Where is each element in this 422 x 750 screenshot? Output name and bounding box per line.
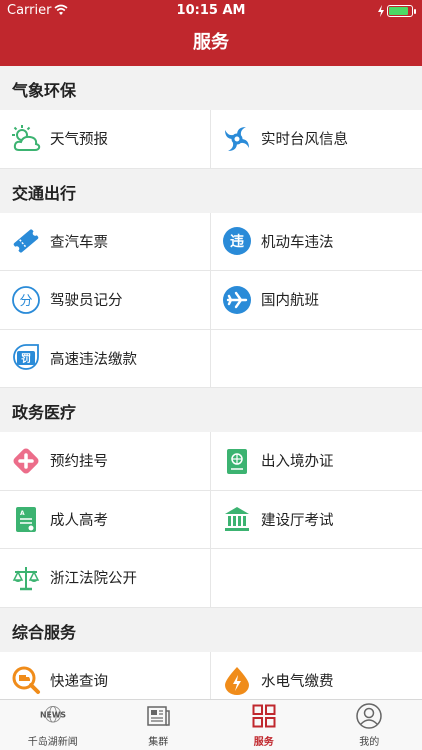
news-icon: NEWS: [40, 703, 66, 729]
airplane-icon: [222, 285, 252, 315]
section-grid-general: 快递查询 水电气缴费: [0, 651, 422, 699]
empty-cell: [211, 549, 422, 608]
newspaper-icon: [145, 703, 171, 729]
service-vehicle-violation[interactable]: 违 机动车违法: [211, 212, 422, 271]
service-hospital-appointment[interactable]: 预约挂号: [0, 432, 211, 491]
svg-text:A: A: [20, 510, 25, 517]
svg-text:违: 违: [230, 233, 244, 250]
service-label: 机动车违法: [261, 234, 334, 251]
fine-icon: 罚: [11, 343, 41, 373]
grid-icon: [251, 703, 277, 729]
utility-icon: [222, 665, 252, 696]
service-driver-score[interactable]: 分 驾驶员记分: [0, 271, 211, 330]
service-court-public[interactable]: 浙江法院公开: [0, 549, 211, 608]
nav-bar: 服务: [0, 22, 422, 66]
service-label: 查汽车票: [50, 234, 108, 251]
service-typhoon[interactable]: 实时台风信息: [211, 110, 422, 169]
battery-icon: [387, 5, 416, 17]
service-label: 实时台风信息: [261, 132, 348, 149]
tab-profile[interactable]: 我的: [317, 700, 422, 750]
profile-icon: [356, 703, 382, 729]
service-label: 天气预报: [50, 132, 108, 149]
building-icon: [222, 504, 252, 534]
service-construction-exam[interactable]: 建设厅考试: [211, 490, 422, 549]
section-title-government: 政务医疗: [0, 388, 422, 432]
document-icon: A: [11, 504, 41, 534]
section-title-weather: 气象环保: [0, 66, 422, 110]
service-domestic-flight[interactable]: 国内航班: [211, 271, 422, 330]
tab-news[interactable]: NEWS 千岛湖新闻: [0, 700, 106, 750]
service-adult-exam[interactable]: A 成人高考: [0, 490, 211, 549]
svg-text:罚: 罚: [21, 353, 31, 365]
service-label: 高速违法缴款: [50, 351, 137, 368]
service-highway-fine[interactable]: 罚 高速违法缴款: [0, 329, 211, 388]
service-express-query[interactable]: 快递查询: [0, 651, 211, 699]
weather-icon: [11, 124, 41, 154]
section-grid-government: 预约挂号 出入境办证 A 成人高考 建设厅考试 浙江法院公开: [0, 432, 422, 608]
page-title: 服务: [193, 32, 229, 53]
scales-icon: [11, 563, 41, 593]
section-title-transport: 交通出行: [0, 168, 422, 213]
service-label: 水电气缴费: [261, 673, 334, 690]
svg-text:分: 分: [19, 294, 32, 309]
delivery-search-icon: [11, 665, 41, 695]
section-grid-transport: 查汽车票 违 机动车违法 分 驾驶员记分 国内航班 罚 高速违法缴款: [0, 212, 422, 388]
service-utility-payment[interactable]: 水电气缴费: [211, 651, 422, 699]
service-label: 建设厅考试: [261, 512, 334, 529]
service-bus-ticket[interactable]: 查汽车票: [0, 212, 211, 271]
service-label: 驾驶员记分: [50, 293, 123, 310]
medical-cross-icon: [11, 446, 41, 476]
violation-icon: 违: [222, 226, 252, 256]
typhoon-icon: [222, 124, 252, 154]
tab-service[interactable]: 服务: [211, 700, 317, 750]
tab-cluster[interactable]: 集群: [106, 700, 212, 750]
service-weather[interactable]: 天气预报: [0, 110, 211, 169]
tab-label: 我的: [359, 737, 380, 748]
tab-bar: NEWS 千岛湖新闻 集群 服务 我的: [0, 699, 422, 750]
service-list[interactable]: 气象环保 天气预报 实时台风信息 交通出行 查汽车票 违 机动车违法 分 驾驶员…: [0, 66, 422, 699]
empty-cell: [211, 329, 422, 388]
service-label: 国内航班: [261, 293, 319, 310]
service-label: 浙江法院公开: [50, 571, 137, 588]
tab-label: 千岛湖新闻: [27, 737, 78, 748]
svg-text:NEWS: NEWS: [40, 711, 66, 720]
tab-label: 集群: [148, 737, 169, 748]
status-time: 10:15 AM: [176, 3, 246, 18]
service-label: 成人高考: [50, 512, 108, 529]
ticket-icon: [11, 226, 41, 256]
service-label: 出入境办证: [261, 454, 334, 471]
tab-label: 服务: [253, 737, 274, 748]
status-bar: Carrier 10:15 AM: [0, 0, 422, 22]
service-passport[interactable]: 出入境办证: [211, 432, 422, 491]
section-title-general: 综合服务: [0, 607, 422, 652]
score-icon: 分: [11, 285, 41, 315]
section-grid-weather: 天气预报 实时台风信息: [0, 110, 422, 169]
service-label: 快递查询: [50, 673, 108, 690]
passport-icon: [222, 446, 252, 476]
service-label: 预约挂号: [50, 454, 108, 471]
charging-icon: [378, 5, 384, 17]
